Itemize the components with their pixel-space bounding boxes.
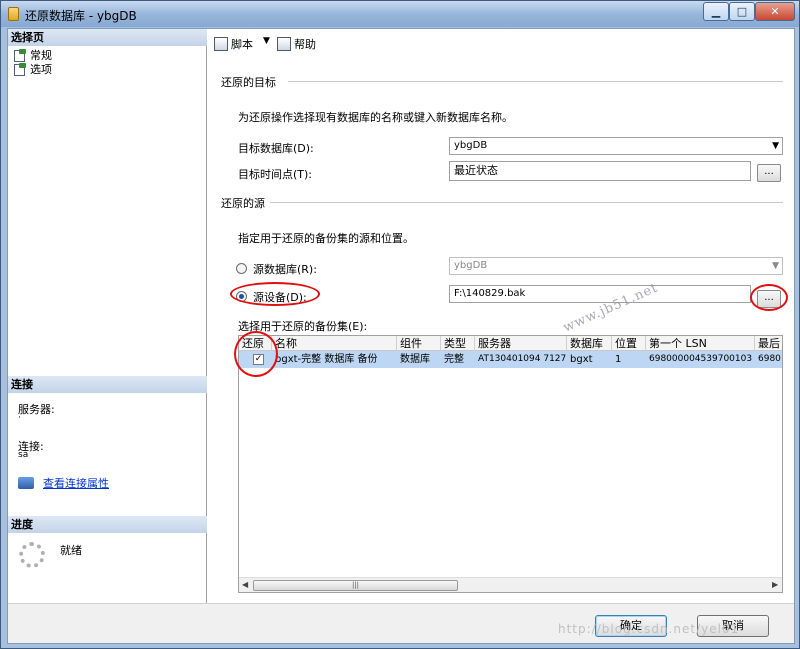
divider [270, 202, 783, 203]
progress-status: 就绪 [60, 544, 82, 557]
column-header-first-lsn[interactable]: 第一个 LSN [646, 336, 755, 351]
script-dropdown-icon[interactable]: ▼ [263, 36, 270, 46]
connection-properties-icon [18, 477, 34, 489]
column-header-last-lsn[interactable]: 最后 [755, 336, 782, 351]
cell-last-lsn: 6980 [758, 354, 781, 364]
cell-database: bgxt [570, 354, 593, 365]
maximize-button[interactable]: □ [729, 2, 755, 21]
title-bar[interactable]: 还原数据库 - ybgDB ▁ □ ✕ [1, 1, 799, 27]
help-label: 帮助 [294, 38, 316, 51]
view-connection-properties-link[interactable]: 查看连接属性 [43, 475, 109, 491]
target-db-select[interactable]: ybgDB ▼ [449, 137, 783, 155]
watermark-bottom: http://blog.csdn.net/yel01 [558, 622, 740, 636]
minimize-button[interactable]: ▁ [703, 2, 729, 21]
target-time-label: 目标时间点(T): [238, 168, 313, 181]
scroll-left-icon[interactable]: ◀ [242, 580, 248, 589]
target-db-value: ybgDB [454, 140, 488, 151]
cell-type: 完整 [444, 354, 464, 365]
target-time-browse-button[interactable]: ... [757, 164, 781, 182]
page-icon [13, 49, 27, 62]
server-value: · [18, 413, 21, 423]
connection-value: sa [18, 450, 29, 460]
column-header-type[interactable]: 类型 [441, 336, 475, 351]
source-description: 指定用于还原的备份集的源和位置。 [238, 232, 414, 245]
table-row[interactable]: ✓ bgxt-完整 数据库 备份 数据库 完整 AT130401094 7127… [239, 351, 782, 368]
restore-database-window: 还原数据库 - ybgDB ▁ □ ✕ 选择页 常规 选项 连接 服务器: · … [0, 0, 800, 649]
cell-server: AT130401094 7127 [478, 354, 567, 364]
column-header-position[interactable]: 位置 [612, 336, 646, 351]
backup-sets-label: 选择用于还原的备份集(E): [238, 320, 368, 333]
chevron-down-icon: ▼ [772, 141, 779, 151]
from-device-radio[interactable] [236, 291, 247, 302]
database-icon [8, 7, 19, 21]
script-button[interactable]: 脚本 [214, 36, 253, 52]
window-title: 还原数据库 - ybgDB [25, 9, 137, 23]
progress-header: 进度 [8, 516, 207, 533]
scroll-thumb[interactable]: ||| [253, 580, 458, 591]
cell-component: 数据库 [400, 354, 430, 365]
from-device-path: F:\140829.bak [449, 285, 751, 303]
script-icon [214, 37, 228, 51]
target-group-title: 还原的目标 [221, 76, 276, 89]
from-database-label: 源数据库(R): [253, 263, 317, 276]
page-item-general[interactable]: 常规 [13, 48, 52, 62]
script-label: 脚本 [231, 38, 253, 51]
target-description: 为还原操作选择现有数据库的名称或键入新数据库名称。 [238, 111, 513, 124]
cell-name: bgxt-完整 数据库 备份 [275, 354, 378, 365]
cell-first-lsn: 698000004539700103 [649, 354, 753, 364]
horizontal-scrollbar[interactable]: ◀ ||| ▶ [239, 577, 782, 592]
cell-position: 1 [615, 354, 622, 365]
dialog-client-area: 选择页 常规 选项 连接 服务器: · 连接: sa 查看连接属性 进度 就绪 [7, 28, 795, 644]
chevron-down-icon: ▼ [772, 261, 779, 271]
from-database-value: ybgDB [454, 260, 488, 271]
column-header-server[interactable]: 服务器 [475, 336, 567, 351]
progress-spinner-icon [19, 542, 45, 568]
from-database-radio[interactable] [236, 263, 247, 274]
connection-header: 连接 [8, 376, 207, 393]
page-item-options[interactable]: 选项 [13, 62, 52, 76]
from-database-select[interactable]: ybgDB ▼ [449, 257, 783, 275]
select-page-header: 选择页 [8, 29, 207, 46]
right-pane: 脚本 ▼ 帮助 还原的目标 为还原操作选择现有数据库的名称或键入新数据库名称。 … [208, 29, 794, 603]
restore-checkbox[interactable]: ✓ [253, 354, 264, 365]
page-item-label: 选项 [30, 63, 52, 76]
from-device-browse-button[interactable]: ... [757, 290, 781, 308]
close-button[interactable]: ✕ [755, 2, 795, 21]
server-label: 服务器: [18, 403, 55, 416]
divider [288, 81, 783, 82]
column-header-component[interactable]: 组件 [397, 336, 441, 351]
help-button[interactable]: 帮助 [277, 36, 316, 52]
column-header-database[interactable]: 数据库 [567, 336, 612, 351]
left-pane: 选择页 常规 选项 连接 服务器: · 连接: sa 查看连接属性 进度 就绪 [8, 29, 207, 603]
help-icon [277, 37, 291, 51]
toolbar: 脚本 ▼ 帮助 [208, 29, 794, 57]
backup-sets-grid: 还原 名称 组件 类型 服务器 数据库 位置 第一个 LSN 最后 ✓ bgxt… [238, 335, 783, 593]
page-icon [13, 63, 27, 76]
column-header-restore[interactable]: 还原 [239, 336, 272, 351]
target-time-field: 最近状态 [449, 161, 751, 181]
column-header-name[interactable]: 名称 [272, 336, 397, 351]
from-device-label: 源设备(D): [253, 291, 307, 304]
target-db-label: 目标数据库(D): [238, 142, 314, 155]
source-group-title: 还原的源 [221, 197, 265, 210]
scroll-right-icon[interactable]: ▶ [772, 580, 778, 589]
grid-header: 还原 名称 组件 类型 服务器 数据库 位置 第一个 LSN 最后 [239, 336, 782, 351]
